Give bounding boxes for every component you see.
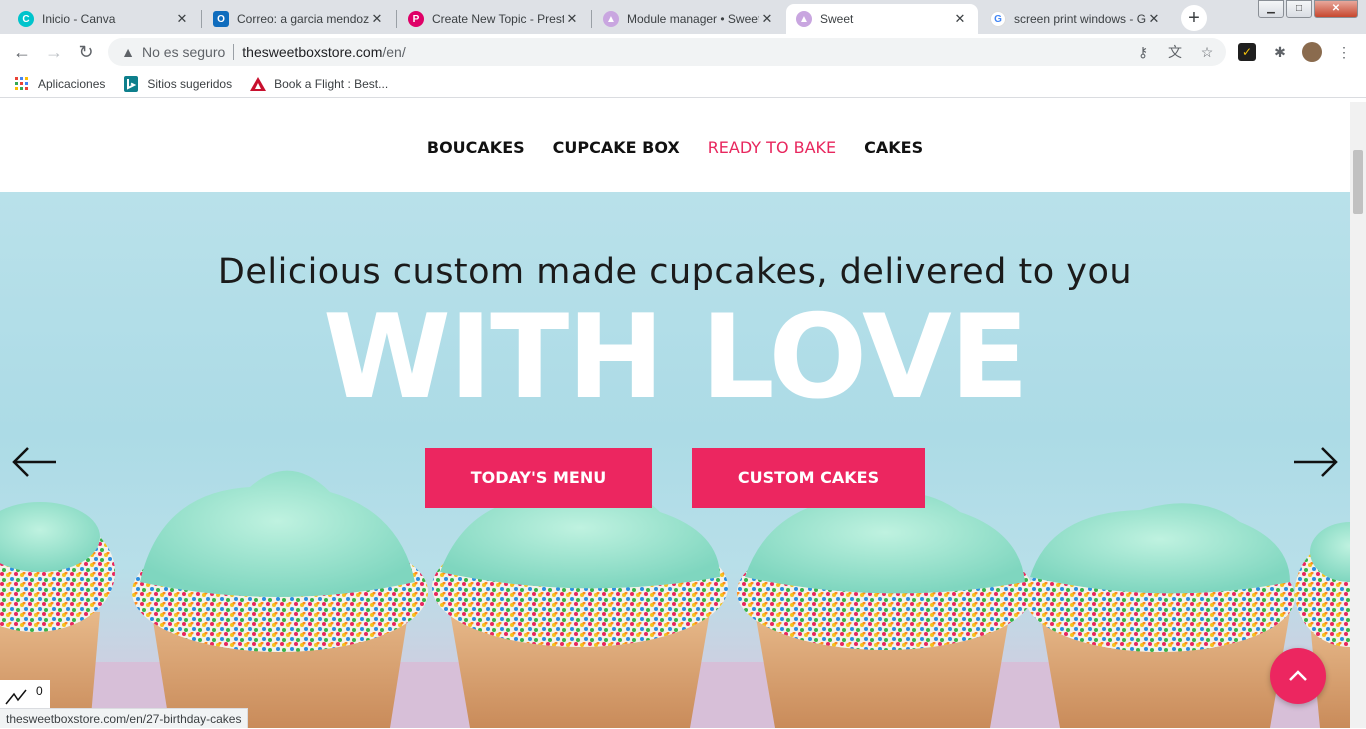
close-icon[interactable]: ✕ [1146,11,1162,27]
hero-slider: Delicious custom made cupcakes, delivere… [0,192,1350,728]
prestashop-icon: P [408,11,424,27]
main-navigation: BOUCAKES CUPCAKE BOX READY TO BAKE CAKES [0,102,1350,192]
prev-arrow-icon[interactable] [10,442,60,482]
tab-google-search[interactable]: G screen print windows - Go ✕ [980,4,1172,34]
tab-strip: C Inicio - Canva ✕ O Correo: a garcia me… [0,0,1366,34]
scroll-to-top-button[interactable] [1270,648,1326,704]
minimize-button[interactable]: ▁ [1258,0,1284,18]
tab-prestashop[interactable]: P Create New Topic - Presta ✕ [398,4,590,34]
warning-icon[interactable]: ▲ [120,44,136,60]
key-icon[interactable]: ⚷ [1134,43,1152,61]
google-icon: G [990,11,1006,27]
security-status[interactable]: No es seguro [142,44,225,60]
reload-icon[interactable]: ↻ [74,40,98,64]
cupcake [1025,503,1295,728]
chevron-up-icon [1289,670,1307,681]
new-tab-button[interactable]: + [1181,5,1207,31]
back-arrow-icon[interactable]: ← [10,40,34,64]
close-icon[interactable]: ✕ [564,11,580,27]
translate-icon[interactable]: 文 [1166,43,1184,61]
window-controls: ▁ □ ✕ [1256,0,1358,18]
web-page: BOUCAKES CUPCAKE BOX READY TO BAKE CAKES [0,102,1350,728]
close-icon[interactable]: ✕ [174,11,190,27]
compare-widget[interactable]: 0 [0,680,50,708]
maximize-button[interactable]: □ [1286,0,1312,18]
apps-grid-icon [14,76,30,92]
tab-sweet[interactable]: ▲ Sweet ✕ [786,4,978,34]
cupcake [132,470,428,728]
cupcake [432,487,728,728]
scrollbar-thumb[interactable] [1353,150,1363,214]
cupcake-icon: ▲ [603,11,619,27]
page-scrollbar[interactable] [1350,102,1366,728]
nav-cakes[interactable]: CAKES [864,138,923,157]
nav-boucakes[interactable]: BOUCAKES [427,138,525,157]
address-bar[interactable]: ▲ No es seguro thesweetboxstore.com/en/ … [108,38,1226,66]
forward-arrow-icon[interactable]: → [42,40,66,64]
cupcake [737,492,1033,728]
avatar[interactable] [1302,42,1322,62]
close-icon[interactable]: ✕ [759,11,775,27]
status-bar-url: thesweetboxstore.com/en/27-birthday-cake… [0,708,249,728]
next-arrow-icon[interactable] [1290,442,1340,482]
url-text[interactable]: thesweetboxstore.com/en/ [242,44,405,60]
star-icon[interactable]: ☆ [1198,43,1216,61]
airline-icon [250,76,267,92]
tab-module-manager[interactable]: ▲ Module manager • Sweet ✕ [593,4,785,34]
bing-icon [123,75,139,92]
puzzle-icon[interactable]: ✱ [1270,42,1290,62]
hero-subtitle: Delicious custom made cupcakes, delivere… [217,252,1133,292]
bookmark-suggested-sites[interactable]: Sitios sugeridos [123,75,232,92]
close-window-button[interactable]: ✕ [1314,0,1358,18]
tab-outlook[interactable]: O Correo: a garcia mendoza ✕ [203,4,395,34]
browser-toolbar: ← → ↻ ▲ No es seguro thesweetboxstore.co… [0,34,1366,70]
nav-cupcake-box[interactable]: CUPCAKE BOX [553,138,680,157]
todays-menu-button[interactable]: TODAY'S MENU [425,448,652,508]
bookmark-apps[interactable]: Aplicaciones [14,76,105,92]
outlook-icon: O [213,11,229,27]
nav-ready-to-bake[interactable]: READY TO BAKE [708,138,836,157]
compare-icon [5,689,27,705]
custom-cakes-button[interactable]: CUSTOM CAKES [692,448,925,508]
tab-canva[interactable]: C Inicio - Canva ✕ [8,4,200,34]
canva-icon: C [18,11,34,27]
close-icon[interactable]: ✕ [369,11,385,27]
bookmarks-bar: Aplicaciones Sitios sugeridos Book a Fli… [0,70,1366,98]
compare-count: 0 [36,684,43,698]
menu-dots-icon[interactable]: ⋮ [1334,42,1354,62]
extension-icon[interactable]: ✓ [1238,43,1256,61]
hero-headline: WITH LOVE [323,290,1029,425]
close-icon[interactable]: ✕ [952,11,968,27]
cupcake-icon: ▲ [796,11,812,27]
bookmark-book-flight[interactable]: Book a Flight : Best... [250,76,388,92]
